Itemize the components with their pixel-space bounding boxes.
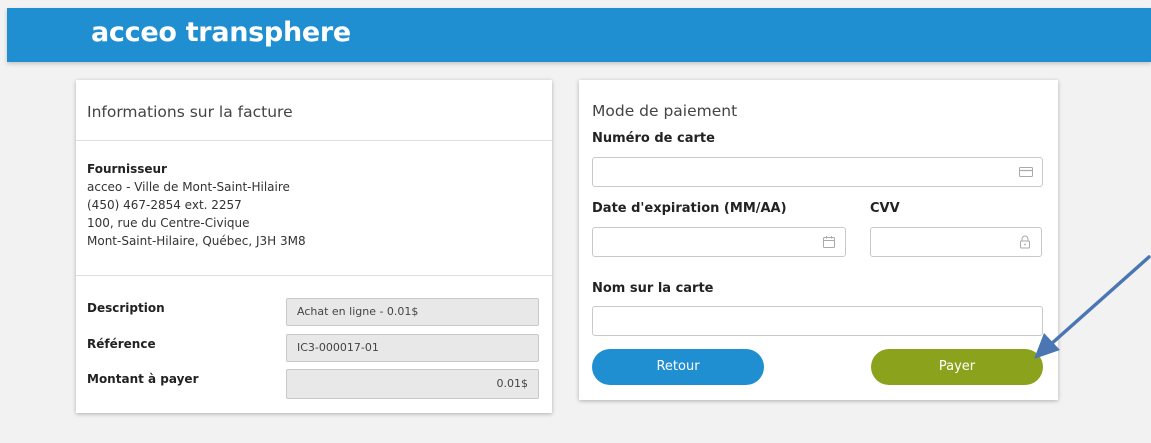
expiry-input[interactable]: [592, 227, 846, 257]
provider-label: Fournisseur: [87, 162, 167, 176]
provider-phone: (450) 467-2854 ext. 2257: [87, 198, 242, 212]
invoice-title: Informations sur la facture: [87, 103, 293, 121]
reference-label: Référence: [87, 337, 156, 351]
back-button[interactable]: Retour: [592, 349, 764, 385]
logo: acceo transphere: [91, 17, 351, 48]
divider: [76, 140, 552, 141]
expiry-label: Date d'expiration (MM/AA): [592, 201, 787, 216]
description-field: Achat en ligne - 0.01$: [286, 298, 539, 326]
cvv-label: CVV: [870, 201, 900, 216]
description-label: Description: [87, 301, 165, 315]
provider-street: 100, rue du Centre-Civique: [87, 216, 250, 230]
amount-label: Montant à payer: [87, 372, 199, 386]
provider-name: acceo - Ville de Mont-Saint-Hilaire: [87, 180, 290, 194]
annotation-arrow: [1034, 255, 1151, 359]
calendar-icon: [823, 236, 835, 248]
lock-icon: [1020, 235, 1030, 249]
payment-card: Mode de paiement Numéro de carte Date d'…: [579, 80, 1058, 400]
provider-city: Mont-Saint-Hilaire, Québec, J3H 3M8: [87, 234, 306, 248]
invoice-card: Informations sur la facture Fournisseur …: [76, 80, 552, 413]
payment-title: Mode de paiement: [592, 102, 738, 120]
name-label: Nom sur la carte: [592, 281, 714, 296]
name-input[interactable]: [592, 306, 1043, 336]
cvv-input[interactable]: [870, 227, 1042, 257]
app-header: acceo transphere: [7, 8, 1151, 62]
divider: [76, 275, 552, 276]
credit-card-icon: [1019, 167, 1033, 177]
card-number-input[interactable]: [592, 157, 1043, 187]
card-number-label: Numéro de carte: [592, 131, 715, 146]
reference-field: IC3-000017-01: [286, 334, 539, 362]
pay-button[interactable]: Payer: [871, 349, 1043, 385]
amount-field: 0.01$: [286, 369, 539, 399]
